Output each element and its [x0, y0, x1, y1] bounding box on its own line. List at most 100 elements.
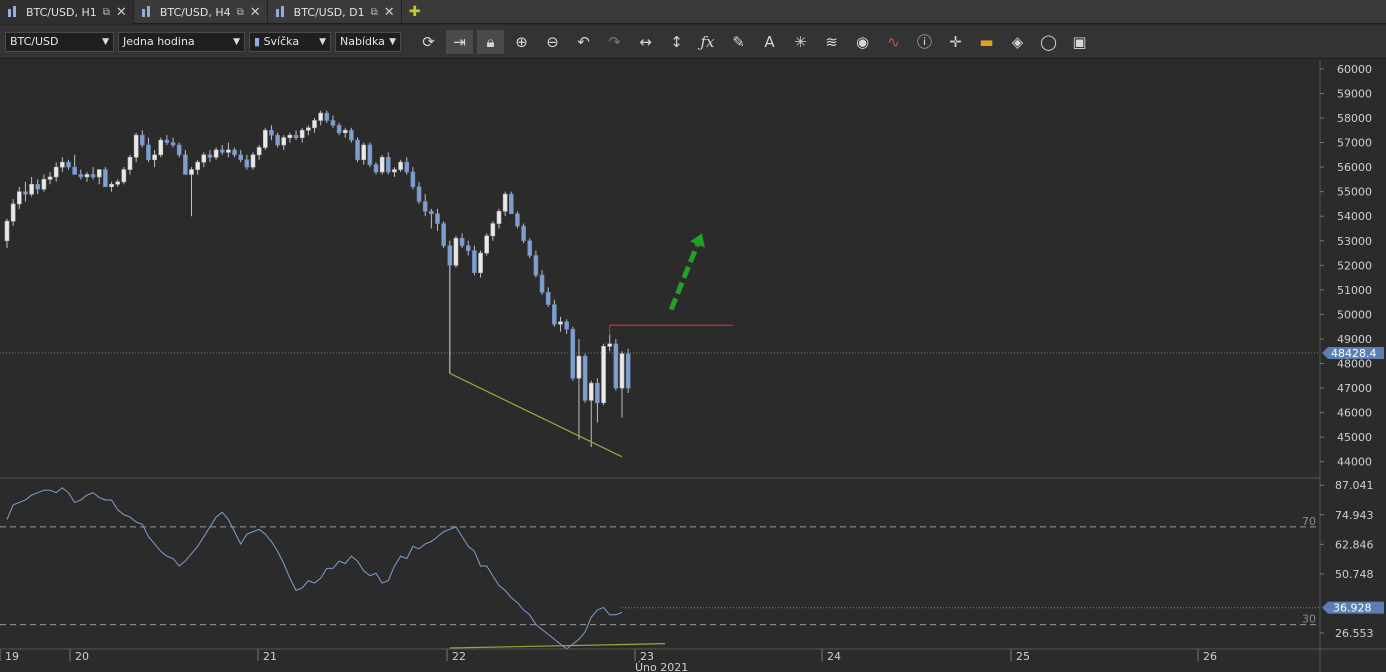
paint-bucket-icon[interactable]: ◈ — [1004, 30, 1031, 54]
candle-bear — [140, 134, 145, 146]
candle-bull — [127, 156, 133, 170]
save-icon[interactable]: ▣ — [1066, 30, 1093, 54]
candle-bull — [201, 154, 207, 163]
month-label: Úno 2021 — [635, 661, 688, 672]
zoom-out-icon[interactable]: ⊖ — [539, 30, 566, 54]
candle-bull — [41, 179, 47, 190]
candle-chart-icon — [275, 6, 288, 18]
price-tick-label: 52000 — [1337, 259, 1372, 272]
price-tick-label: 51000 — [1337, 284, 1372, 297]
info-icon[interactable]: ⓘ — [911, 30, 938, 54]
redo-icon[interactable]: ↷ — [601, 30, 628, 54]
close-icon[interactable]: ✕ — [116, 5, 127, 20]
add-chart-icon[interactable]: ✚ — [402, 0, 428, 23]
crosshair-icon[interactable]: ✳ — [787, 30, 814, 54]
candle-bear — [539, 274, 545, 293]
rsi-tick-label: 74.943 — [1335, 509, 1374, 522]
candle-bear — [324, 112, 330, 121]
candle-bear — [582, 355, 588, 401]
price-type-select[interactable]: Nabídka ▼ — [335, 31, 401, 52]
candle-bull — [281, 137, 287, 146]
indicator-icon[interactable]: ∿ — [880, 30, 907, 54]
color-icon[interactable]: ▬ — [973, 30, 1000, 54]
price-tick-label: 46000 — [1337, 407, 1372, 420]
candle-bear — [459, 238, 465, 246]
candle-bear — [103, 169, 108, 188]
candle-bull — [10, 203, 16, 222]
tab-btc-usd-h1[interactable]: BTC/USD, H1 ⧉ ✕ — [0, 0, 134, 24]
fx-icon[interactable]: ƒx — [694, 30, 721, 54]
time-tick-label: 25 — [1016, 650, 1030, 663]
candle-bear — [66, 161, 71, 168]
candle-bull — [287, 134, 293, 138]
candle-bear — [78, 174, 84, 178]
candle-bull — [379, 156, 385, 173]
chart-type-select[interactable]: ▮ Svíčka ▼ — [249, 31, 331, 52]
lock-icon[interactable]: 🔒︎ — [477, 29, 504, 54]
layers-icon[interactable]: ≋ — [818, 30, 845, 54]
time-tick-label: 22 — [452, 650, 466, 663]
symbol-select[interactable]: BTC/USD ▼ — [5, 31, 114, 52]
cursor-icon[interactable]: ✛ — [942, 30, 969, 54]
time-tick-label: 26 — [1203, 650, 1217, 663]
candle-bear — [515, 213, 520, 227]
candle-bear — [465, 245, 471, 251]
tab-btc-usd-h4[interactable]: BTC/USD, H4 ⧉ ✕ — [134, 0, 268, 24]
candle-bull — [53, 166, 59, 178]
candle-bull — [398, 161, 403, 170]
detach-icon[interactable]: ⧉ — [237, 7, 244, 18]
candle-bull — [361, 144, 367, 161]
refresh-icon[interactable]: ⟳ — [415, 30, 442, 54]
candle-bull — [109, 183, 114, 188]
candle-bear — [146, 144, 151, 161]
close-icon[interactable]: ✕ — [250, 5, 261, 20]
detach-icon[interactable]: ⧉ — [371, 7, 378, 18]
candle-bull — [588, 382, 594, 401]
candle-bull — [133, 134, 139, 158]
candle-bear — [385, 156, 391, 173]
candle-bull — [619, 353, 625, 389]
circle-icon[interactable]: ◯ — [1035, 30, 1062, 54]
price-chart[interactable]: 70 30 60000 59000 58000 57000 56000 55000 54000… — [0, 60, 1386, 672]
close-icon[interactable]: ✕ — [384, 5, 395, 20]
chart-tab-bar: BTC/USD, H1 ⧉ ✕ BTC/USD, H4 ⧉ ✕ BTC/USD,… — [0, 0, 1386, 24]
candle-bear — [595, 382, 600, 404]
price-tick-label: 49000 — [1337, 333, 1372, 346]
candle-bear — [330, 120, 336, 126]
horizontal-resize-icon[interactable]: ↔ — [632, 30, 659, 54]
candle-bear — [219, 149, 225, 153]
candle-bear — [447, 245, 453, 266]
symbol-select-value: BTC/USD — [10, 35, 59, 48]
candle-chart-icon — [141, 6, 154, 18]
candle-bear — [422, 201, 428, 212]
candle-bull — [601, 346, 606, 404]
undo-icon[interactable]: ↶ — [570, 30, 597, 54]
detach-icon[interactable]: ⧉ — [103, 7, 110, 18]
eye-icon[interactable]: ◉ — [849, 30, 876, 54]
candle-bull — [484, 235, 490, 254]
candle-bear — [269, 129, 274, 136]
candle-bull — [115, 181, 120, 185]
timeframe-select[interactable]: Jedna hodina ▼ — [118, 31, 245, 52]
tab-btc-usd-d1[interactable]: BTC/USD, D1 ⧉ ✕ — [268, 0, 402, 24]
pencil-icon[interactable]: ✎ — [725, 30, 752, 54]
price-tick-label: 53000 — [1337, 235, 1372, 248]
zoom-in-icon[interactable]: ⊕ — [508, 30, 535, 54]
candle-bull — [299, 129, 305, 138]
candle-bull — [29, 183, 34, 195]
timeframe-select-value: Jedna hodina — [123, 35, 195, 48]
chevron-down-icon: ▼ — [319, 36, 326, 47]
candle-chart-icon — [8, 6, 20, 18]
candle-bear — [410, 171, 416, 188]
candle-bear — [35, 183, 41, 190]
candle-bull — [607, 343, 613, 347]
vertical-resize-icon[interactable]: ↕ — [663, 30, 690, 54]
candle-bear — [275, 134, 280, 146]
candle-bear — [373, 164, 379, 173]
text-icon[interactable]: A — [756, 30, 783, 54]
price-tick-label: 57000 — [1337, 137, 1372, 150]
candle-bull — [96, 169, 102, 178]
autoscroll-icon[interactable]: ⇥ — [446, 29, 473, 54]
time-tick-label: 21 — [263, 650, 277, 663]
tab-label: BTC/USD, H4 — [159, 5, 231, 19]
